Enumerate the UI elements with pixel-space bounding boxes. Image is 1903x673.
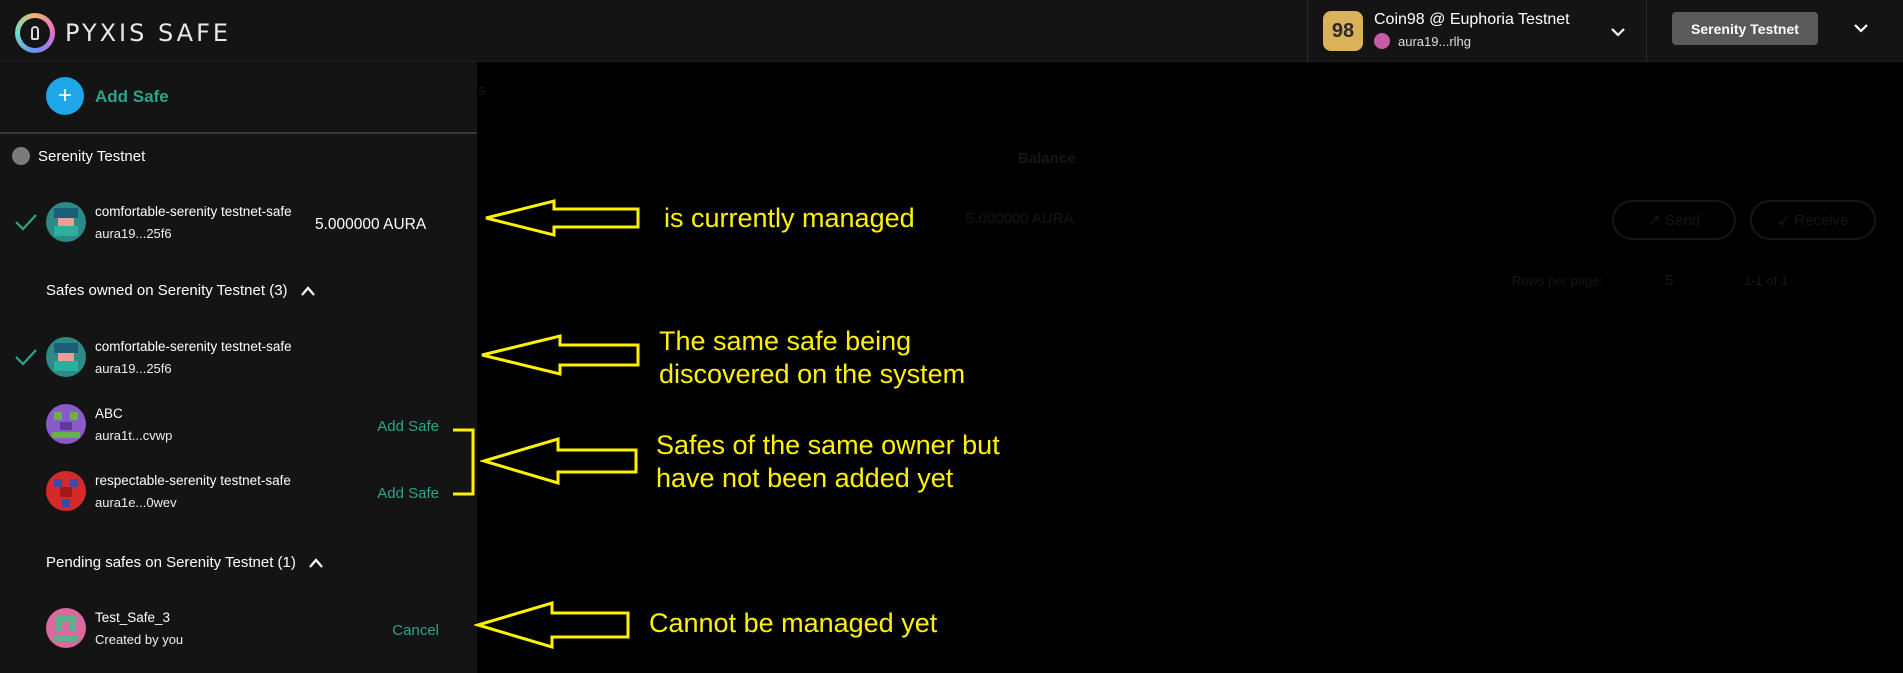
safe-name: comfortable-serenity testnet-safe xyxy=(95,204,292,219)
chevron-down-icon[interactable] xyxy=(1608,22,1628,42)
check-icon xyxy=(15,349,37,366)
owned-safes-section-header[interactable]: Safes owned on Serenity Testnet (3) xyxy=(46,282,316,299)
logo-text: PYXIS SAFE xyxy=(65,19,232,47)
current-safe-item[interactable]: comfortable-serenity testnet-safe aura19… xyxy=(0,194,477,250)
list-item[interactable]: Test_Safe_3 Created by you Cancel xyxy=(0,600,477,656)
annotation-arrow-icon xyxy=(474,600,630,650)
safe-address: aura19...25f6 xyxy=(95,226,172,241)
wallet-address: aura19...rlhg xyxy=(1398,34,1471,49)
background-balance-value: 5.000000 AURA xyxy=(966,210,1074,227)
wallet-name: Coin98 @ Euphoria Testnet xyxy=(1374,11,1570,28)
safe-avatar xyxy=(46,202,86,242)
annotation-not-added-line1: Safes of the same owner but xyxy=(656,430,1000,460)
list-item[interactable]: ABC aura1t...cvwp Add Safe xyxy=(0,396,477,452)
safe-name: Test_Safe_3 xyxy=(95,610,171,625)
network-indicator: Serenity Testnet xyxy=(12,147,145,165)
safe-subtitle: Created by you xyxy=(95,632,184,647)
network-status-dot xyxy=(12,147,30,165)
safe-address: aura1t...cvwp xyxy=(95,428,173,443)
chevron-down-icon[interactable] xyxy=(1851,18,1871,38)
annotation-arrow-icon xyxy=(485,199,640,237)
background-balance-label: Balance xyxy=(1018,150,1076,167)
add-safe-link[interactable]: Add Safe xyxy=(377,418,439,435)
annotation-arrow-icon xyxy=(481,334,640,376)
coin98-wallet-icon: 98 xyxy=(1323,11,1363,51)
annotation-discovered-line1: The same safe being xyxy=(659,326,912,356)
list-item[interactable]: respectable-serenity testnet-safe aura1e… xyxy=(0,463,477,519)
annotation-managed: is currently managed xyxy=(664,203,915,233)
safe-avatar xyxy=(46,608,86,648)
chevron-up-icon[interactable] xyxy=(300,285,316,297)
add-safe-link[interactable]: Add Safe xyxy=(377,485,439,502)
app-logo[interactable]: PYXIS SAFE xyxy=(15,13,231,53)
app-page: es Balance 5.000000 AURA ↗ Send ↙ Receiv… xyxy=(0,0,1903,673)
network-label: Serenity Testnet xyxy=(38,147,146,165)
background-receive-button: ↙ Receive xyxy=(1750,200,1876,240)
pending-safes-section-header[interactable]: Pending safes on Serenity Testnet (1) xyxy=(46,554,324,571)
annotation-discovered-line2: discovered on the system xyxy=(659,359,966,389)
background-rows-per-page-label: Rows per page: xyxy=(1512,273,1604,288)
safe-name: ABC xyxy=(95,406,123,421)
annotation-pending: Cannot be managed yet xyxy=(649,608,938,638)
top-header: PYXIS SAFE 98 Coin98 @ Euphoria Testnet … xyxy=(0,0,1903,62)
background-rows-per-page-value: 5 xyxy=(1665,272,1674,289)
chevron-up-icon[interactable] xyxy=(308,557,324,569)
background-pagination: 1-1 of 1 xyxy=(1744,273,1789,288)
safe-address: aura1e...0wev xyxy=(95,495,177,510)
safe-name: respectable-serenity testnet-safe xyxy=(95,473,291,488)
plus-icon[interactable]: + xyxy=(46,77,84,115)
check-icon xyxy=(15,214,37,231)
add-safe-row[interactable]: + Add Safe xyxy=(0,62,477,134)
network-selector-button[interactable]: Serenity Testnet xyxy=(1672,12,1818,45)
cancel-button[interactable]: Cancel xyxy=(392,622,439,639)
annotation-not-added-line2: have not been added yet xyxy=(656,463,954,493)
section-title: Safes owned on Serenity Testnet (3) xyxy=(46,282,288,299)
wallet-selector[interactable]: 98 Coin98 @ Euphoria Testnet aura19...rl… xyxy=(1307,0,1647,62)
wallet-avatar xyxy=(1374,33,1390,49)
background-send-button: ↗ Send xyxy=(1612,200,1736,240)
safe-balance: 5.000000 AURA xyxy=(315,216,427,233)
list-item[interactable]: comfortable-serenity testnet-safe aura19… xyxy=(0,329,477,385)
safe-avatar xyxy=(46,404,86,444)
safe-name: comfortable-serenity testnet-safe xyxy=(95,339,292,354)
safe-avatar xyxy=(46,337,86,377)
add-safe-button[interactable]: Add Safe xyxy=(95,87,169,107)
annotation-arrow-icon xyxy=(480,436,638,486)
safe-address: aura19...25f6 xyxy=(95,361,172,376)
pyxis-logo-icon xyxy=(15,13,55,53)
section-title: Pending safes on Serenity Testnet (1) xyxy=(46,554,296,571)
safe-list-sidebar: + Add Safe Serenity Testnet comfortable-… xyxy=(0,62,477,673)
annotation-bracket-icon xyxy=(453,428,475,496)
safe-avatar xyxy=(46,471,86,511)
